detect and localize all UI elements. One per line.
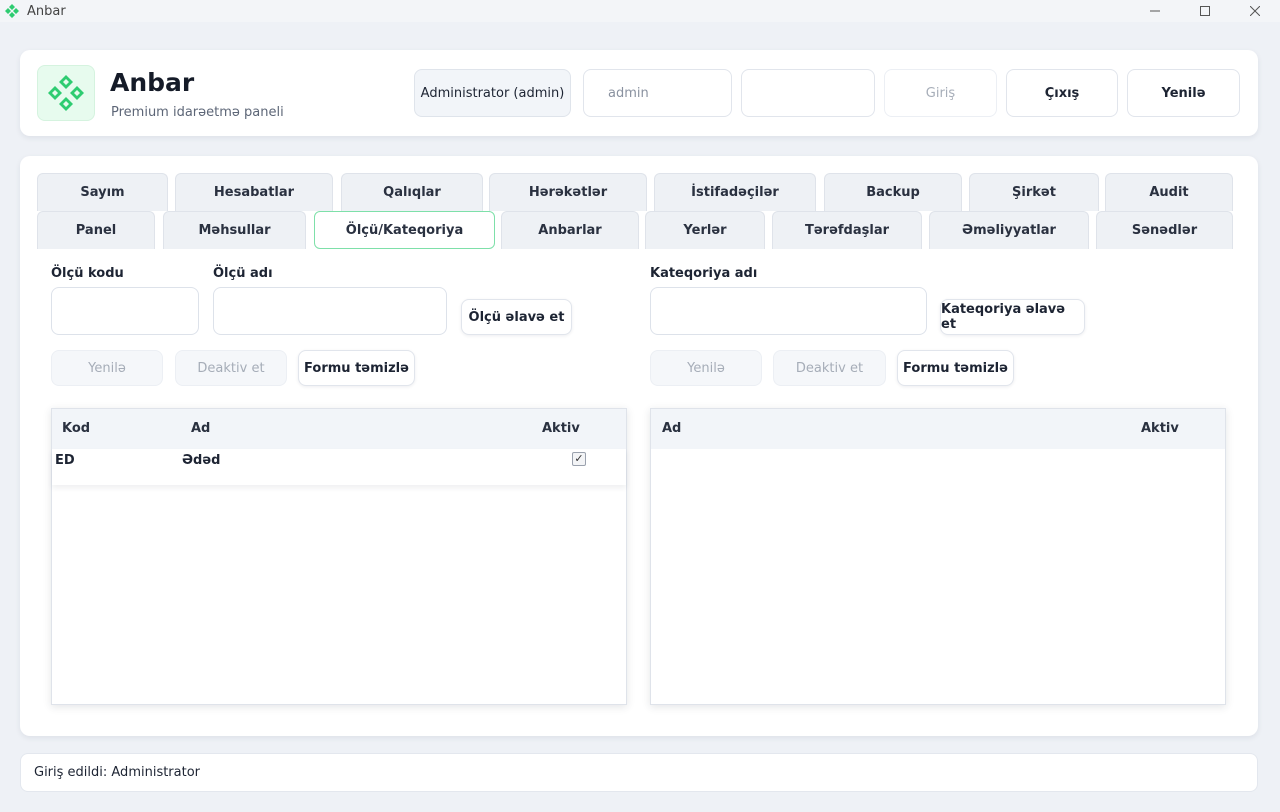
app-logo-icon xyxy=(5,4,19,18)
column-header-active[interactable]: Aktiv xyxy=(542,421,580,436)
column-header-name[interactable]: Ad xyxy=(191,421,210,436)
tab-qaliqlar[interactable]: Qalıqlar xyxy=(341,173,483,211)
title-bar: Anbar xyxy=(0,0,1280,22)
tab-istifadeciler[interactable]: İstifadəçilər xyxy=(654,173,816,211)
window-title: Anbar xyxy=(27,3,66,19)
tab-yerler[interactable]: Yerlər xyxy=(645,211,765,249)
categories-table-header: Ad Aktiv xyxy=(651,409,1225,449)
unit-clear-form-button[interactable]: Formu təmizlə xyxy=(298,350,415,386)
add-category-button[interactable]: Kateqoriya əlavə et xyxy=(940,299,1085,335)
password-input[interactable] xyxy=(741,69,875,117)
login-button[interactable]: Giriş xyxy=(884,69,997,117)
app-logo xyxy=(37,65,95,121)
categories-table: Ad Aktiv xyxy=(650,408,1226,705)
app-subtitle: Premium idarəetmə paneli xyxy=(111,105,284,120)
tab-sayim[interactable]: Sayım xyxy=(37,173,168,211)
add-unit-button[interactable]: Ölçü əlavə et xyxy=(461,299,572,335)
refresh-button[interactable]: Yenilə xyxy=(1127,69,1240,117)
category-name-input[interactable] xyxy=(650,287,927,335)
tab-herekatler[interactable]: Hərəkətlər xyxy=(489,173,647,211)
category-name-label: Kateqoriya adı xyxy=(650,266,758,281)
column-header-active[interactable]: Aktiv xyxy=(1141,421,1179,436)
unit-deactivate-button[interactable]: Deaktiv et xyxy=(175,350,287,386)
tab-sirket[interactable]: Şirkət xyxy=(969,173,1099,211)
tab-emeliyyatlar[interactable]: Əməliyyatlar xyxy=(929,211,1089,249)
close-icon[interactable] xyxy=(1230,0,1280,22)
units-table-header: Kod Ad Aktiv xyxy=(52,409,626,449)
username-input[interactable]: admin xyxy=(583,69,732,117)
active-checkbox[interactable]: ✓ xyxy=(572,452,586,466)
unit-code-label: Ölçü kodu xyxy=(51,266,124,281)
table-row[interactable]: ED Ədəd ✓ xyxy=(52,449,626,485)
tab-backup[interactable]: Backup xyxy=(824,173,962,211)
tab-panel[interactable]: Panel xyxy=(37,211,155,249)
category-clear-form-button[interactable]: Formu təmizlə xyxy=(897,350,1014,386)
tab-audit[interactable]: Audit xyxy=(1105,173,1233,211)
main-card: Sayım Hesabatlar Qalıqlar Hərəkətlər İst… xyxy=(20,156,1258,736)
column-header-name[interactable]: Ad xyxy=(662,421,681,436)
category-refresh-button[interactable]: Yenilə xyxy=(650,350,762,386)
unit-name-label: Ölçü adı xyxy=(213,266,273,281)
status-bar: Giriş edildi: Administrator xyxy=(20,753,1258,792)
cell-code: ED xyxy=(55,453,75,468)
units-table: Kod Ad Aktiv ED Ədəd ✓ xyxy=(51,408,627,705)
header-card: Anbar Premium idarəetmə paneli Administr… xyxy=(20,50,1258,136)
tab-terefdaslar[interactable]: Tərəfdaşlar xyxy=(772,211,922,249)
cell-name: Ədəd xyxy=(182,453,221,468)
unit-name-input[interactable] xyxy=(213,287,447,335)
unit-code-input[interactable] xyxy=(51,287,199,335)
tab-anbarlar[interactable]: Anbarlar xyxy=(501,211,639,249)
tab-hesabatlar[interactable]: Hesabatlar xyxy=(175,173,333,211)
tab-senedler[interactable]: Sənədlər xyxy=(1096,211,1233,249)
app-name: Anbar xyxy=(110,68,195,97)
tab-mehsullar[interactable]: Məhsullar xyxy=(163,211,306,249)
unit-refresh-button[interactable]: Yenilə xyxy=(51,350,163,386)
category-deactivate-button[interactable]: Deaktiv et xyxy=(773,350,886,386)
tab-olcu-kateqoriya[interactable]: Ölçü/Kateqoriya xyxy=(314,211,495,249)
maximize-icon[interactable] xyxy=(1180,0,1230,22)
logout-button[interactable]: Çıxış xyxy=(1006,69,1118,117)
column-header-code[interactable]: Kod xyxy=(62,421,90,436)
app-logo-icon xyxy=(48,75,84,111)
minimize-icon[interactable] xyxy=(1130,0,1180,22)
current-user-badge: Administrator (admin) xyxy=(414,69,571,117)
